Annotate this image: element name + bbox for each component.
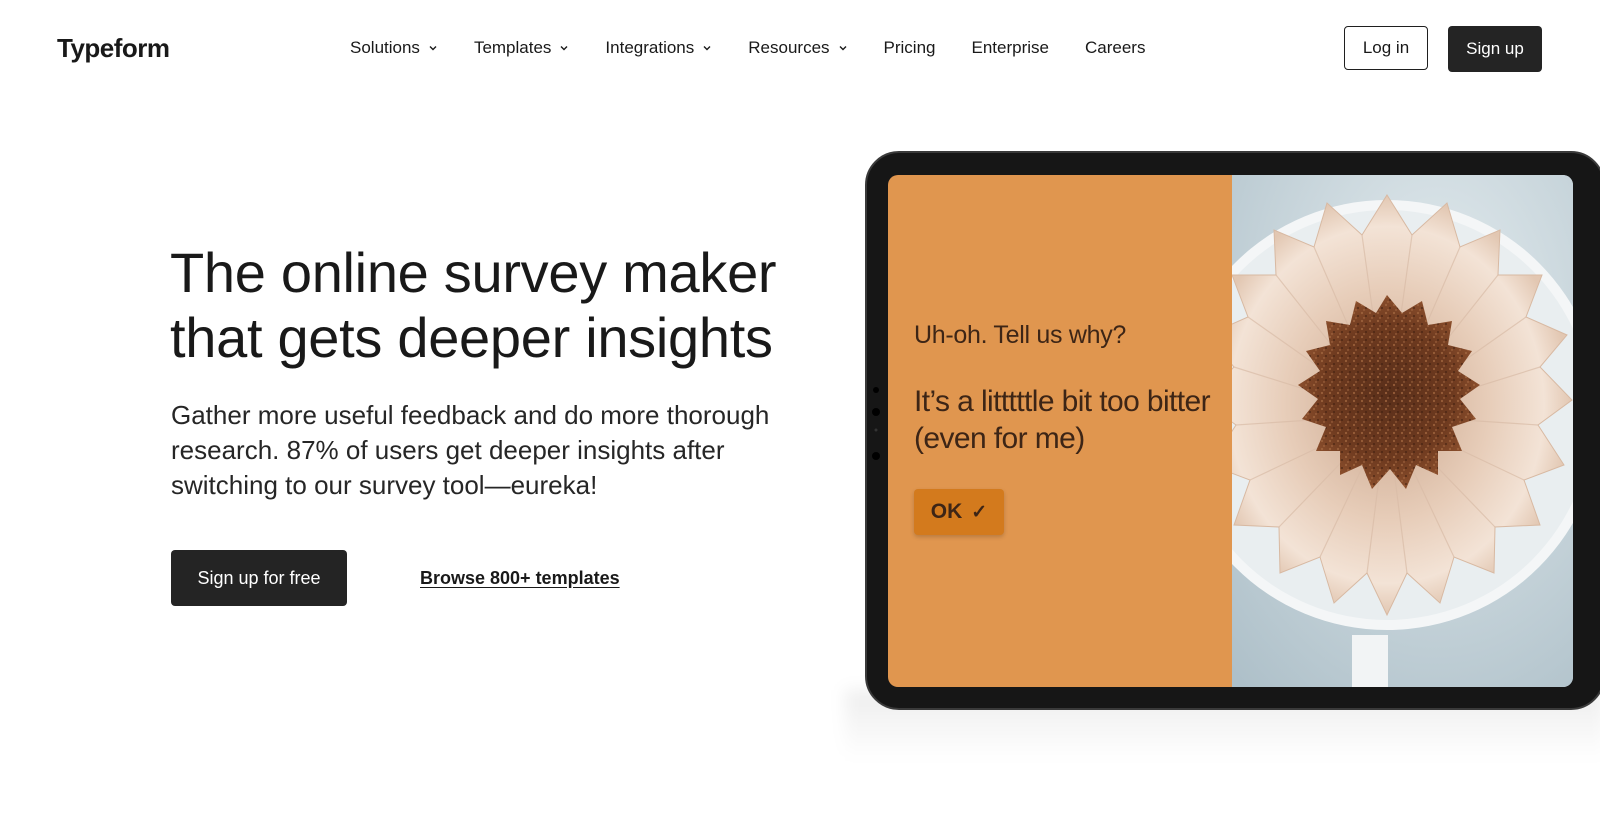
nav-item-solutions[interactable]: Solutions	[350, 38, 438, 58]
nav-item-label: Solutions	[350, 38, 420, 57]
login-button[interactable]: Log in	[1344, 26, 1428, 70]
chevron-down-icon	[429, 46, 437, 51]
browse-templates-link[interactable]: Browse 800+ templates	[420, 566, 620, 590]
nav-item-label: Integrations	[605, 38, 695, 57]
nav-item-label: Pricing	[883, 38, 936, 57]
typeform-logo[interactable]: Typeform	[57, 30, 170, 66]
tablet-side-buttons	[872, 387, 880, 460]
nav-item-label: Careers	[1084, 38, 1146, 57]
form-preview-panel: Uh-oh. Tell us why? It’s a litttttle bit…	[888, 175, 1232, 687]
coffee-filter-image	[1232, 175, 1573, 687]
nav-item-enterprise[interactable]: Enterprise	[972, 38, 1049, 58]
site-header: Typeform Solutions Templates Integration…	[0, 0, 1600, 100]
check-icon: ✓	[971, 501, 988, 523]
signup-free-button[interactable]: Sign up for free	[171, 550, 347, 606]
chevron-down-icon	[839, 46, 847, 51]
nav-item-integrations[interactable]: Integrations	[605, 38, 712, 58]
nav-item-templates[interactable]: Templates	[474, 38, 569, 58]
nav-item-label: Templates	[473, 38, 552, 57]
form-question: Uh-oh. Tell us why?	[914, 321, 1127, 349]
coffee-filter-illustration	[1232, 175, 1573, 687]
tablet-screen: Uh-oh. Tell us why? It’s a litttttle bit…	[888, 175, 1573, 687]
ok-button[interactable]: OK ✓	[914, 489, 1004, 535]
nav-item-resources[interactable]: Resources	[748, 38, 847, 58]
chevron-down-icon	[703, 46, 711, 51]
hero-subtitle: Gather more useful feedback and do more …	[171, 400, 770, 500]
signup-button[interactable]: Sign up	[1448, 26, 1542, 72]
nav-item-label: Resources	[748, 38, 830, 57]
nav-item-careers[interactable]: Careers	[1085, 38, 1145, 58]
nav-item-label: Enterprise	[971, 38, 1049, 57]
nav-item-pricing[interactable]: Pricing	[884, 38, 936, 58]
chevron-down-icon	[560, 46, 568, 51]
main-nav: Solutions Templates Integrations Resourc…	[350, 35, 1181, 61]
form-answer: It’s a litttttle bit too bitter (even fo…	[914, 385, 1211, 455]
hero-title: The online survey maker that gets deeper…	[170, 241, 777, 369]
ok-label: OK	[930, 500, 963, 523]
